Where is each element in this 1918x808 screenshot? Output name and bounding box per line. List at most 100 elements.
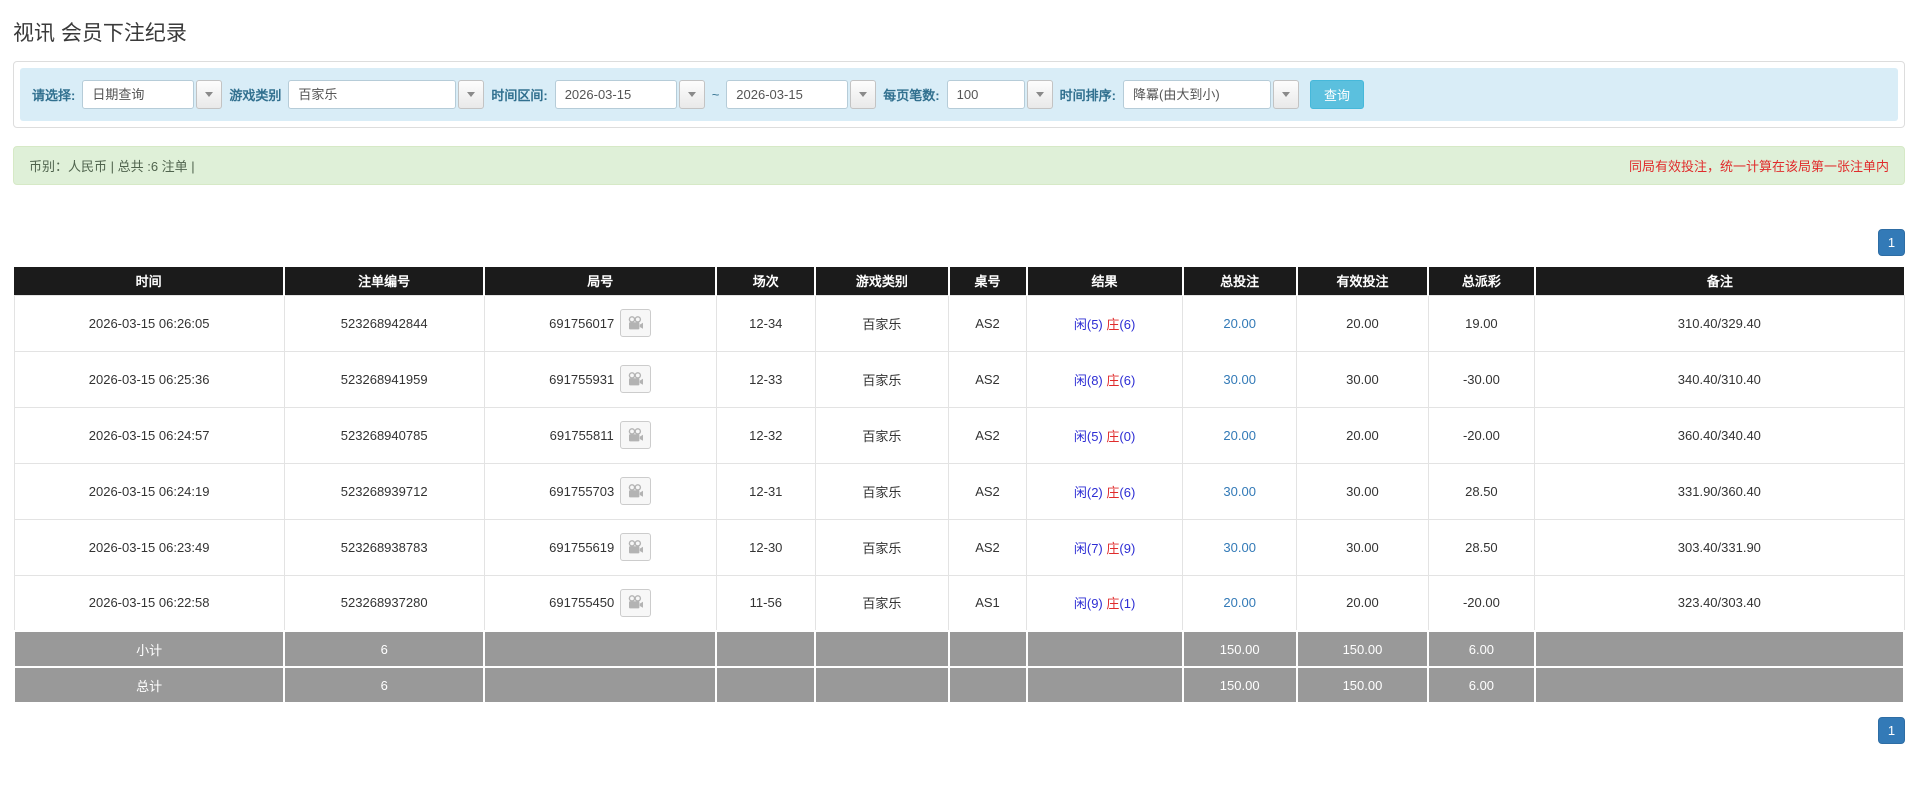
total-bet-link[interactable]: 20.00	[1223, 428, 1256, 443]
cell-table-id: AS2	[947, 294, 1028, 352]
cell-bet-id: 523268941959	[283, 350, 485, 408]
date-from-dropdown-button[interactable]	[678, 80, 705, 109]
video-icon	[628, 539, 644, 553]
pagination-page-1[interactable]: 1	[1878, 717, 1905, 744]
video-replay-button[interactable]	[619, 421, 651, 449]
round-id-group: 691755811	[550, 421, 651, 449]
time-sort-combobox: 降冪(由大到小)	[1122, 80, 1299, 109]
cell-table-id: AS1	[947, 574, 1028, 632]
date-from-value[interactable]: 2026-03-15	[554, 80, 677, 109]
video-replay-button[interactable]	[620, 533, 652, 561]
video-replay-button[interactable]	[620, 309, 652, 337]
result-banker-label: 庄	[1106, 428, 1120, 444]
round-id-group: 691755450	[549, 588, 652, 617]
total-bet-link[interactable]: 20.00	[1223, 595, 1256, 610]
result-banker-score: (6)	[1119, 372, 1136, 388]
cell-remark: 323.40/303.40	[1534, 574, 1905, 632]
cell-game-type: 百家乐	[814, 574, 950, 632]
cell-empty	[947, 666, 1028, 704]
cell-remark: 340.40/310.40	[1534, 350, 1905, 408]
result-banker-label: 庄	[1106, 372, 1120, 388]
table-body: 2026-03-15 06:26:05 523268942844 691756017…	[12, 294, 1906, 704]
cell-empty	[1533, 630, 1906, 668]
result-player-score: (8)	[1086, 372, 1103, 388]
select-mode-combobox: 日期查询	[82, 80, 223, 109]
cell-empty	[1533, 666, 1906, 704]
table-row: 2026-03-15 06:26:05 523268942844 691756017…	[13, 294, 1905, 352]
cell-result: 闲(2) 庄(6)	[1026, 462, 1184, 520]
cell-round-id: 691755703	[483, 462, 717, 520]
cell-session: 12-32	[715, 406, 816, 464]
cell-bet-id: 523268942844	[283, 294, 485, 352]
video-replay-button[interactable]	[620, 365, 652, 393]
round-id-group: 691755703	[549, 477, 652, 505]
cell-time: 2026-03-15 06:25:36	[13, 350, 285, 408]
game-type-dropdown-button[interactable]	[458, 80, 485, 109]
table-row: 2026-03-15 06:25:36 523268941959 691755931…	[13, 350, 1905, 408]
cell-valid-bet-sum: 150.00	[1295, 630, 1430, 668]
cell-session: 12-31	[715, 462, 816, 520]
round-id-text: 691755619	[549, 539, 615, 555]
time-sort-value[interactable]: 降冪(由大到小)	[1122, 80, 1271, 109]
result-player-score: (5)	[1086, 316, 1103, 332]
chevron-down-icon	[859, 92, 868, 97]
cell-bet-id: 523268937280	[283, 574, 485, 632]
cell-payout: -20.00	[1427, 574, 1536, 632]
date-to-value[interactable]: 2026-03-15	[726, 80, 849, 109]
game-type-combobox: 百家乐	[288, 80, 485, 109]
video-icon	[628, 371, 644, 385]
table-row: 2026-03-15 06:24:19 523268939712 691755703…	[13, 462, 1905, 520]
column-header-场次: 场次	[716, 267, 817, 295]
cell-valid-bet: 30.00	[1296, 462, 1429, 520]
cell-round-id: 691755450	[483, 574, 717, 632]
select-mode-dropdown-button[interactable]	[196, 80, 223, 109]
column-header-局号: 局号	[484, 267, 718, 295]
notice-text: 同局有效投注，统一计算在该局第一张注单内	[1628, 159, 1889, 174]
cell-game-type: 百家乐	[814, 294, 950, 352]
cell-valid-bet-sum: 150.00	[1295, 666, 1430, 704]
per-page-label: 每页笔数:	[883, 88, 940, 103]
game-type-value[interactable]: 百家乐	[288, 80, 457, 109]
cell-total-bet: 30.00	[1182, 518, 1298, 576]
column-header-总投注: 总投注	[1182, 267, 1298, 295]
result-banker-label: 庄	[1106, 596, 1120, 612]
round-id-group: 691755931	[549, 365, 652, 393]
cell-valid-bet: 30.00	[1296, 350, 1429, 408]
bet-records-table: 时间 注单编号 局号 场次 游戏类别 桌号 结果 总投注 有效投注 总派彩 备注 2026-03-1…	[12, 267, 1906, 704]
table-header-row: 时间 注单编号 局号 场次 游戏类别 桌号 结果 总投注 有效投注 总派彩 备注	[14, 267, 1904, 295]
total-bet-link[interactable]: 30.00	[1223, 540, 1256, 555]
cell-table-id: AS2	[947, 462, 1028, 520]
video-replay-button[interactable]	[620, 588, 652, 617]
time-sort-dropdown-button[interactable]	[1272, 80, 1299, 109]
cell-payout: 28.50	[1427, 462, 1536, 520]
total-bet-link[interactable]: 20.00	[1223, 316, 1256, 331]
total-bet-link[interactable]: 30.00	[1223, 484, 1256, 499]
round-id-text: 691755450	[549, 595, 615, 611]
result-player-score: (9)	[1086, 596, 1103, 612]
table-row: 2026-03-15 06:22:58 523268937280 691755450…	[13, 574, 1905, 632]
result-player-label: 闲	[1073, 540, 1087, 556]
select-mode-value[interactable]: 日期查询	[82, 80, 195, 109]
date-from-combobox: 2026-03-15	[554, 80, 705, 109]
result-player-score: (2)	[1086, 484, 1103, 500]
column-header-注单编号: 注单编号	[284, 267, 486, 295]
date-to-dropdown-button[interactable]	[850, 80, 877, 109]
round-id-group: 691756017	[549, 309, 652, 337]
per-page-value[interactable]: 100	[946, 80, 1025, 109]
column-header-总派彩: 总派彩	[1428, 267, 1536, 295]
video-replay-button[interactable]	[620, 477, 652, 505]
pagination-page-1[interactable]: 1	[1878, 229, 1905, 256]
cell-empty	[947, 630, 1028, 668]
cell-empty	[814, 630, 950, 668]
cell-game-type: 百家乐	[814, 406, 950, 464]
column-header-有效投注: 有效投注	[1296, 267, 1430, 295]
search-button[interactable]: 查询	[1309, 80, 1364, 109]
per-page-dropdown-button[interactable]	[1026, 80, 1053, 109]
chevron-down-icon	[687, 92, 696, 97]
cell-remark: 303.40/331.90	[1534, 518, 1905, 576]
total-bet-link[interactable]: 30.00	[1223, 372, 1256, 387]
cell-total-bet: 20.00	[1182, 294, 1298, 352]
cell-payout: 28.50	[1427, 518, 1536, 576]
cell-total-bet-sum: 150.00	[1181, 666, 1298, 704]
cell-round-id: 691756017	[483, 294, 717, 352]
